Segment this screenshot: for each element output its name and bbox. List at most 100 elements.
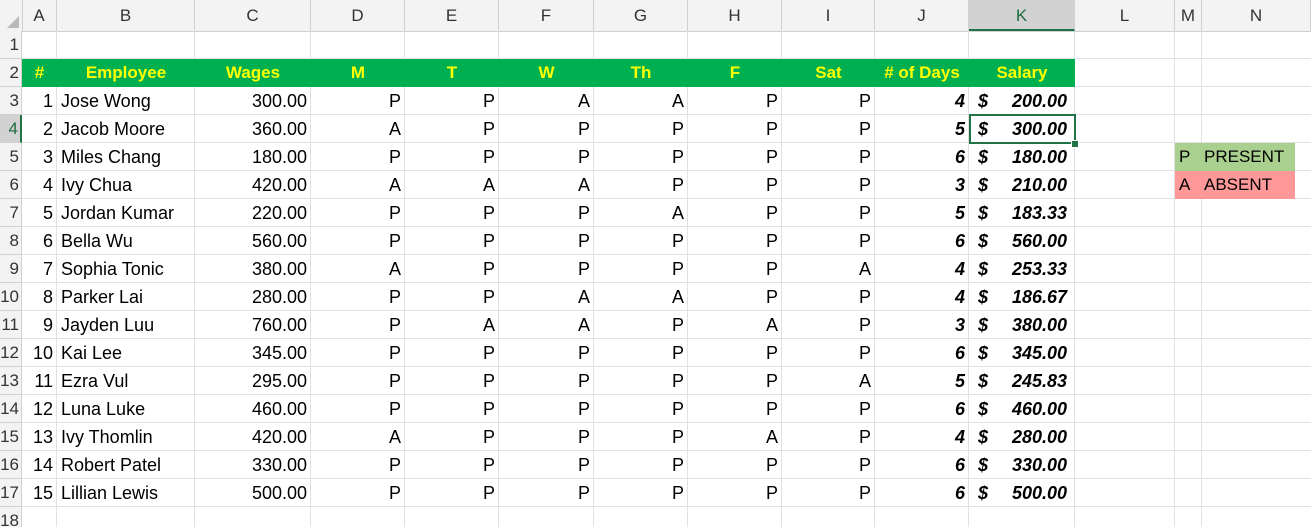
salary-cell[interactable]: 330.00: [969, 451, 1075, 479]
attendance-cell[interactable]: P: [688, 367, 782, 395]
row-header-16[interactable]: 16: [0, 451, 22, 479]
attendance-cell[interactable]: P: [782, 171, 875, 199]
attendance-cell[interactable]: A: [405, 311, 499, 339]
attendance-cell[interactable]: P: [405, 451, 499, 479]
row-number-cell[interactable]: 2: [22, 115, 57, 143]
row-header-13[interactable]: 13: [0, 367, 22, 395]
attendance-cell[interactable]: P: [594, 479, 688, 507]
num-days-cell[interactable]: 5: [875, 115, 969, 143]
header-tue[interactable]: T: [405, 59, 499, 87]
column-header-M[interactable]: M: [1175, 0, 1202, 31]
attendance-cell[interactable]: P: [688, 339, 782, 367]
num-days-cell[interactable]: 6: [875, 479, 969, 507]
attendance-cell[interactable]: P: [782, 87, 875, 115]
attendance-cell[interactable]: A: [499, 283, 594, 311]
row-header-15[interactable]: 15: [0, 423, 22, 451]
row-header-9[interactable]: 9: [0, 255, 22, 283]
row-number-cell[interactable]: 5: [22, 199, 57, 227]
attendance-cell[interactable]: P: [594, 115, 688, 143]
employee-name-cell[interactable]: Lillian Lewis: [57, 479, 195, 507]
attendance-cell[interactable]: P: [405, 367, 499, 395]
attendance-cell[interactable]: P: [782, 311, 875, 339]
column-header-N[interactable]: N: [1202, 0, 1311, 31]
attendance-cell[interactable]: P: [594, 171, 688, 199]
attendance-cell[interactable]: P: [594, 423, 688, 451]
attendance-cell[interactable]: P: [311, 227, 405, 255]
attendance-cell[interactable]: P: [594, 227, 688, 255]
attendance-cell[interactable]: A: [594, 283, 688, 311]
attendance-cell[interactable]: P: [311, 479, 405, 507]
attendance-cell[interactable]: P: [405, 87, 499, 115]
attendance-cell[interactable]: P: [594, 311, 688, 339]
employee-name-cell[interactable]: Jordan Kumar: [57, 199, 195, 227]
attendance-cell[interactable]: A: [311, 423, 405, 451]
attendance-cell[interactable]: P: [688, 227, 782, 255]
wages-cell[interactable]: 420.00: [195, 171, 311, 199]
row-header-1[interactable]: 1: [0, 31, 22, 59]
employee-name-cell[interactable]: Miles Chang: [57, 143, 195, 171]
attendance-cell[interactable]: A: [688, 423, 782, 451]
employee-name-cell[interactable]: Ivy Thomlin: [57, 423, 195, 451]
attendance-cell[interactable]: P: [499, 423, 594, 451]
salary-cell[interactable]: 460.00: [969, 395, 1075, 423]
header-wed[interactable]: W: [499, 59, 594, 87]
attendance-cell[interactable]: P: [782, 423, 875, 451]
attendance-cell[interactable]: P: [405, 339, 499, 367]
employee-name-cell[interactable]: Kai Lee: [57, 339, 195, 367]
employee-name-cell[interactable]: Robert Patel: [57, 451, 195, 479]
column-header-E[interactable]: E: [405, 0, 499, 31]
attendance-cell[interactable]: P: [688, 87, 782, 115]
header-salary[interactable]: Salary: [969, 59, 1075, 87]
wages-cell[interactable]: 380.00: [195, 255, 311, 283]
row-header-6[interactable]: 6: [0, 171, 22, 199]
row-header-7[interactable]: 7: [0, 199, 22, 227]
header-num-days[interactable]: # of Days: [875, 59, 969, 87]
row-header-18[interactable]: 18: [0, 507, 22, 527]
attendance-cell[interactable]: A: [311, 255, 405, 283]
fill-handle[interactable]: [1071, 140, 1079, 148]
attendance-cell[interactable]: P: [688, 115, 782, 143]
salary-cell[interactable]: 253.33: [969, 255, 1075, 283]
attendance-cell[interactable]: P: [405, 283, 499, 311]
wages-cell[interactable]: 295.00: [195, 367, 311, 395]
row-header-11[interactable]: 11: [0, 311, 22, 339]
employee-name-cell[interactable]: Parker Lai: [57, 283, 195, 311]
attendance-cell[interactable]: P: [499, 451, 594, 479]
employee-name-cell[interactable]: Bella Wu: [57, 227, 195, 255]
attendance-cell[interactable]: P: [688, 143, 782, 171]
num-days-cell[interactable]: 5: [875, 367, 969, 395]
wages-cell[interactable]: 280.00: [195, 283, 311, 311]
attendance-cell[interactable]: P: [782, 451, 875, 479]
attendance-cell[interactable]: A: [311, 115, 405, 143]
wages-cell[interactable]: 460.00: [195, 395, 311, 423]
row-number-cell[interactable]: 6: [22, 227, 57, 255]
attendance-cell[interactable]: P: [688, 451, 782, 479]
column-header-L[interactable]: L: [1075, 0, 1175, 31]
num-days-cell[interactable]: 4: [875, 283, 969, 311]
num-days-cell[interactable]: 6: [875, 143, 969, 171]
row-header-14[interactable]: 14: [0, 395, 22, 423]
employee-name-cell[interactable]: Ezra Vul: [57, 367, 195, 395]
attendance-cell[interactable]: P: [311, 339, 405, 367]
column-header-D[interactable]: D: [311, 0, 405, 31]
attendance-cell[interactable]: A: [594, 199, 688, 227]
employee-name-cell[interactable]: Sophia Tonic: [57, 255, 195, 283]
legend-code-P[interactable]: P: [1175, 143, 1202, 171]
attendance-cell[interactable]: P: [688, 255, 782, 283]
row-header-3[interactable]: 3: [0, 87, 22, 115]
attendance-cell[interactable]: P: [405, 255, 499, 283]
attendance-cell[interactable]: P: [782, 227, 875, 255]
attendance-cell[interactable]: P: [499, 367, 594, 395]
wages-cell[interactable]: 420.00: [195, 423, 311, 451]
row-number-cell[interactable]: 10: [22, 339, 57, 367]
num-days-cell[interactable]: 3: [875, 311, 969, 339]
header-mon[interactable]: M: [311, 59, 405, 87]
salary-cell[interactable]: 345.00: [969, 339, 1075, 367]
employee-name-cell[interactable]: Jayden Luu: [57, 311, 195, 339]
header-employee[interactable]: Employee: [57, 59, 195, 87]
attendance-cell[interactable]: A: [499, 171, 594, 199]
num-days-cell[interactable]: 6: [875, 227, 969, 255]
salary-cell[interactable]: 280.00: [969, 423, 1075, 451]
column-header-J[interactable]: J: [875, 0, 969, 31]
salary-cell[interactable]: 210.00: [969, 171, 1075, 199]
